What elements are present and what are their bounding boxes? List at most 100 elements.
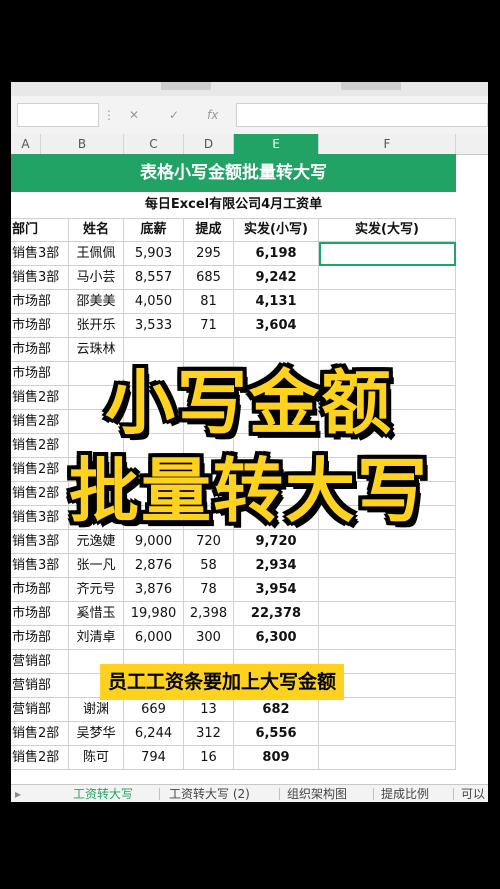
dept-cell[interactable]: 营销部 [11, 698, 69, 722]
net-pay-cell[interactable]: 6,300 [234, 626, 319, 650]
base-salary-cell[interactable]: 3,533 [124, 314, 184, 338]
dept-cell[interactable]: 销售3部 [11, 242, 69, 266]
column-title[interactable]: 部门 [11, 218, 69, 242]
base-salary-cell[interactable]: 19,980 [124, 602, 184, 626]
base-salary-cell[interactable]: 4,050 [124, 290, 184, 314]
commission-cell[interactable]: 16 [184, 746, 234, 770]
name-cell[interactable]: 马小芸 [69, 266, 124, 290]
commission-cell[interactable]: 300 [184, 626, 234, 650]
sheet-subtitle[interactable]: 每日Excel有限公司4月工资单 [11, 192, 456, 219]
overlay-title-line1: 小写金额 [105, 362, 393, 444]
net-pay-cell[interactable]: 6,198 [234, 242, 319, 266]
formula-input[interactable] [236, 103, 488, 127]
commission-cell[interactable]: 312 [184, 722, 234, 746]
net-pay-cell[interactable]: 6,556 [234, 722, 319, 746]
sheet-tab[interactable]: 工资转大写 [73, 785, 133, 802]
commission-cell[interactable]: 71 [184, 314, 234, 338]
table-row: 营销部 谢渊 669 13 682 [11, 698, 488, 722]
net-pay-cell[interactable]: 2,934 [234, 554, 319, 578]
uppercase-amount-cell[interactable] [319, 554, 456, 578]
name-cell[interactable]: 陈可 [69, 746, 124, 770]
uppercase-amount-cell[interactable] [319, 602, 456, 626]
name-cell[interactable]: 刘清卓 [69, 626, 124, 650]
base-salary-cell[interactable]: 6,244 [124, 722, 184, 746]
column-title[interactable]: 提成 [184, 218, 234, 242]
column-header-selected[interactable]: E [234, 134, 319, 154]
net-pay-cell[interactable]: 22,378 [234, 602, 319, 626]
name-cell[interactable]: 邵美美 [69, 290, 124, 314]
name-cell[interactable]: 齐元号 [69, 578, 124, 602]
dept-cell[interactable]: 市场部 [11, 578, 69, 602]
sheet-tab[interactable]: 可以 [461, 785, 485, 802]
dept-cell[interactable]: 销售3部 [11, 554, 69, 578]
fx-icon[interactable]: fx [207, 108, 218, 122]
net-pay-cell[interactable]: 3,604 [234, 314, 319, 338]
uppercase-amount-cell[interactable] [319, 578, 456, 602]
cancel-icon[interactable]: ✕ [129, 108, 139, 122]
base-salary-cell[interactable]: 5,903 [124, 242, 184, 266]
base-salary-cell[interactable]: 669 [124, 698, 184, 722]
net-pay-cell[interactable]: 809 [234, 746, 319, 770]
name-cell[interactable]: 张一凡 [69, 554, 124, 578]
dept-cell[interactable]: 销售2部 [11, 722, 69, 746]
column-title[interactable]: 底薪 [124, 218, 184, 242]
dept-cell[interactable]: 销售3部 [11, 266, 69, 290]
dept-cell[interactable]: 销售2部 [11, 746, 69, 770]
name-cell[interactable]: 谢渊 [69, 698, 124, 722]
dept-cell[interactable]: 市场部 [11, 290, 69, 314]
name-cell[interactable]: 奚惜玉 [69, 602, 124, 626]
uppercase-amount-cell[interactable] [319, 722, 456, 746]
uppercase-amount-cell[interactable] [319, 698, 456, 722]
commission-cell[interactable]: 78 [184, 578, 234, 602]
base-salary-cell[interactable]: 2,876 [124, 554, 184, 578]
tab-scroll-icon[interactable]: ▸ [15, 785, 21, 802]
commission-cell[interactable]: 13 [184, 698, 234, 722]
commission-cell[interactable]: 295 [184, 242, 234, 266]
base-salary-cell[interactable]: 794 [124, 746, 184, 770]
column-header-next[interactable] [456, 134, 488, 154]
net-pay-cell[interactable]: 3,954 [234, 578, 319, 602]
sheet-title[interactable]: 表格小写金额批量转大写 [11, 154, 456, 192]
confirm-icon[interactable]: ✓ [169, 108, 179, 122]
name-cell[interactable]: 吴梦华 [69, 722, 124, 746]
uppercase-amount-cell[interactable] [319, 626, 456, 650]
tab-divider [279, 788, 280, 800]
commission-cell[interactable]: 81 [184, 290, 234, 314]
dept-cell[interactable]: 市场部 [11, 314, 69, 338]
base-salary-cell[interactable]: 3,876 [124, 578, 184, 602]
column-header[interactable]: A [11, 134, 41, 154]
column-header[interactable]: C [124, 134, 184, 154]
name-cell[interactable]: 王佩佩 [69, 242, 124, 266]
name-cell[interactable]: 张开乐 [69, 314, 124, 338]
column-title[interactable]: 实发(大写) [319, 218, 456, 242]
column-header[interactable]: B [41, 134, 124, 154]
commission-cell[interactable]: 2,398 [184, 602, 234, 626]
uppercase-amount-cell[interactable] [319, 266, 456, 290]
name-box[interactable] [17, 103, 99, 127]
base-salary-cell[interactable]: 6,000 [124, 626, 184, 650]
net-pay-cell[interactable]: 9,242 [234, 266, 319, 290]
uppercase-amount-cell[interactable] [319, 746, 456, 770]
column-header[interactable]: D [184, 134, 234, 154]
uppercase-amount-cell[interactable] [319, 314, 456, 338]
dept-cell[interactable]: 营销部 [11, 674, 69, 698]
commission-cell[interactable]: 685 [184, 266, 234, 290]
tab-divider [453, 788, 454, 800]
dept-cell[interactable]: 营销部 [11, 650, 69, 674]
base-salary-cell[interactable]: 8,557 [124, 266, 184, 290]
table-row: 市场部 张开乐 3,533 71 3,604 [11, 314, 488, 338]
column-title[interactable]: 实发(小写) [234, 218, 319, 242]
column-header[interactable]: F [319, 134, 456, 154]
more-icon[interactable]: ⋮ [103, 108, 115, 122]
dept-cell[interactable]: 市场部 [11, 626, 69, 650]
net-pay-cell[interactable]: 682 [234, 698, 319, 722]
sheet-tab[interactable]: 工资转大写 (2) [169, 785, 250, 802]
sheet-tab[interactable]: 组织架构图 [287, 785, 347, 802]
dept-cell[interactable]: 市场部 [11, 602, 69, 626]
sheet-tab[interactable]: 提成比例 [381, 785, 429, 802]
net-pay-cell[interactable]: 4,131 [234, 290, 319, 314]
column-title[interactable]: 姓名 [69, 218, 124, 242]
commission-cell[interactable]: 58 [184, 554, 234, 578]
uppercase-amount-cell[interactable] [319, 290, 456, 314]
table-row: 销售2部 陈可 794 16 809 [11, 746, 488, 770]
